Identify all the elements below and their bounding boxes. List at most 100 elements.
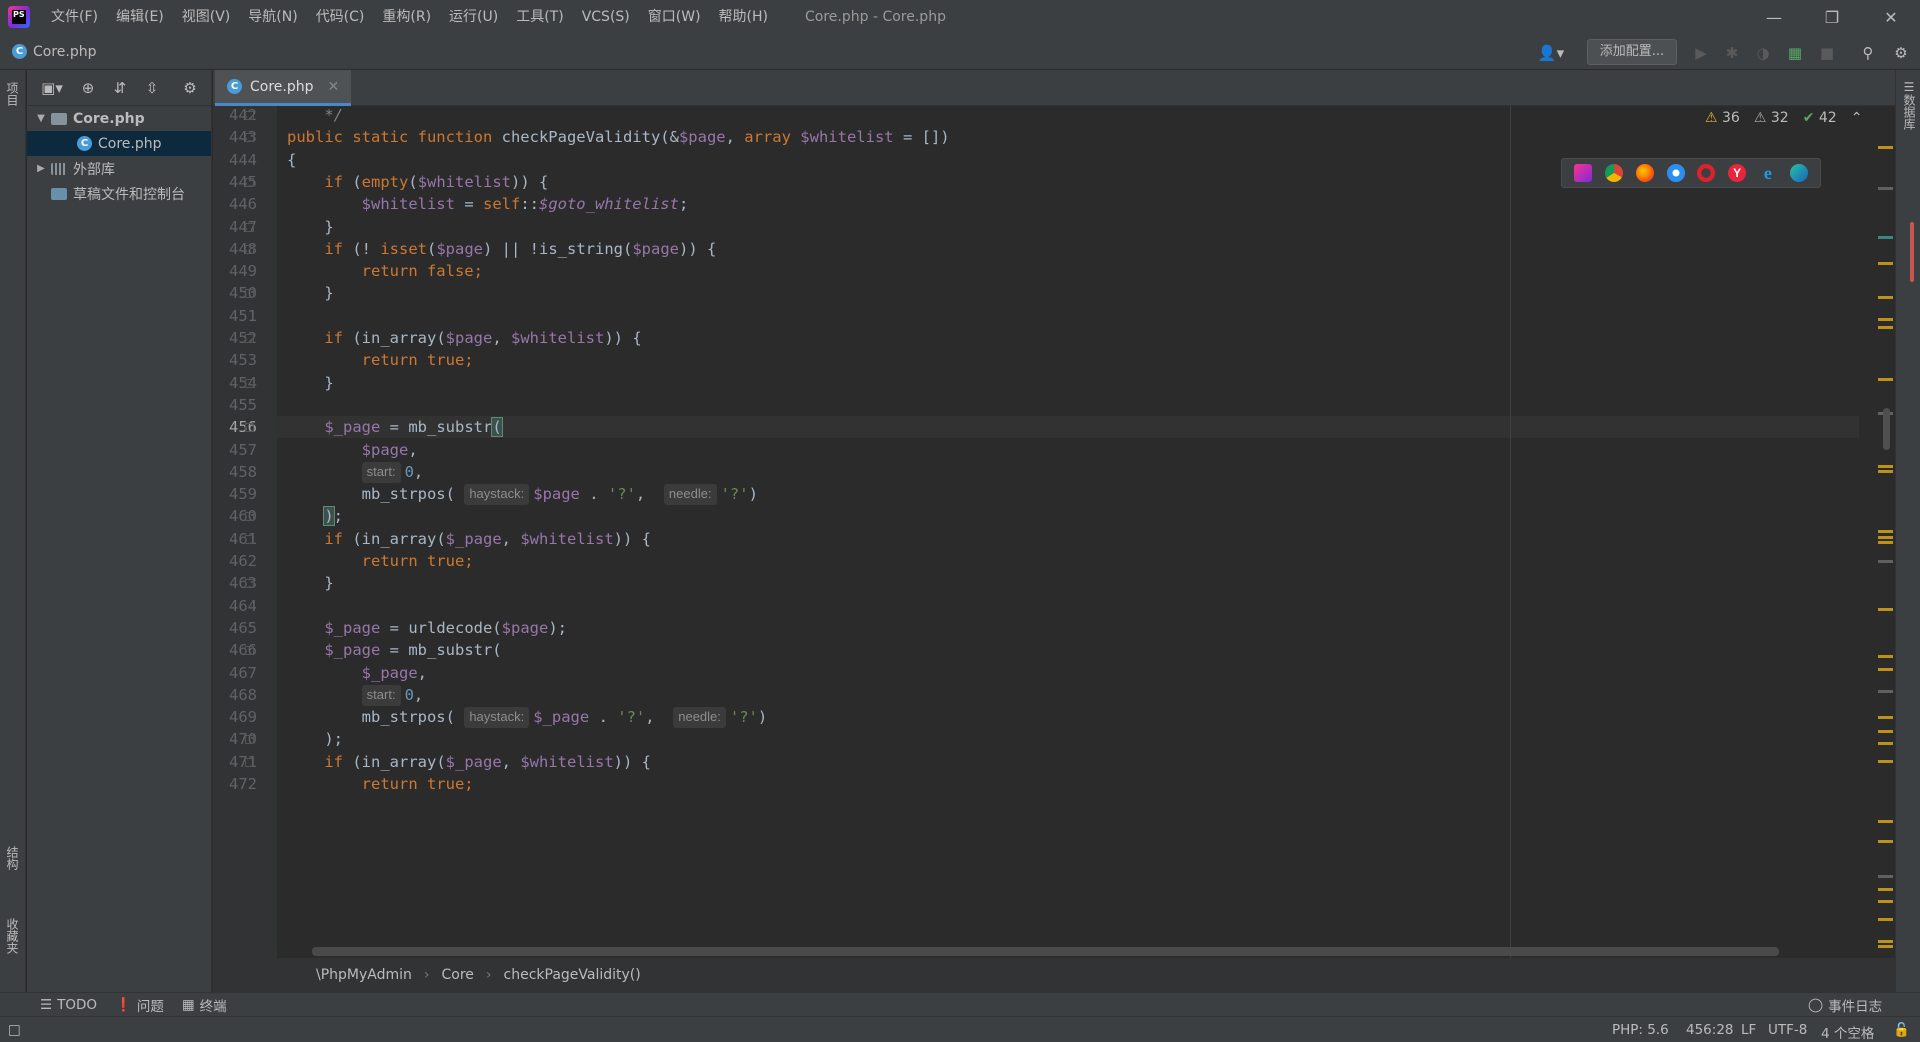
restore-icon[interactable]: ❐ xyxy=(1803,0,1861,34)
code-line[interactable]: 450 } xyxy=(213,282,1895,304)
code-editor[interactable]: 442 */443 public static function checkPag… xyxy=(213,106,1895,958)
project-tool-tab[interactable]: 项目 xyxy=(4,82,21,106)
code-line[interactable]: 461 if (in_array($_page, $whitelist)) { xyxy=(213,528,1895,550)
stripe-mark[interactable] xyxy=(1878,668,1893,671)
stripe-mark[interactable] xyxy=(1878,742,1893,745)
menu-item[interactable]: 代码(C) xyxy=(307,0,374,34)
line-number[interactable]: 453 xyxy=(213,349,257,371)
collapse-all-icon[interactable]: ⇳ xyxy=(141,79,163,97)
line-number[interactable]: 459 xyxy=(213,483,257,505)
stripe-mark[interactable] xyxy=(1878,940,1893,943)
line-number[interactable]: 472 xyxy=(213,773,257,795)
line-number[interactable]: 469 xyxy=(213,706,257,728)
stripe-mark[interactable] xyxy=(1878,236,1893,239)
vcs-update-icon[interactable]: ▦ xyxy=(1784,42,1806,64)
vertical-scrollbar[interactable] xyxy=(1883,408,1890,450)
menu-item[interactable]: 编辑(E) xyxy=(107,0,173,34)
search-icon[interactable]: ⚲ xyxy=(1857,42,1879,64)
close-window-icon[interactable]: ✕ xyxy=(1862,0,1920,34)
fold-marker-icon[interactable] xyxy=(245,735,254,745)
stripe-mark[interactable] xyxy=(1878,760,1893,763)
chevron-down-icon[interactable]: ▼ xyxy=(33,113,49,124)
fold-marker-icon[interactable] xyxy=(245,534,254,544)
debug-icon[interactable]: ✱ xyxy=(1721,42,1743,64)
run-icon[interactable]: ▶ xyxy=(1690,42,1712,64)
line-number[interactable]: 464 xyxy=(213,595,257,617)
code-line[interactable]: 469 mb_strpos( haystack: $_page . '?', ne… xyxy=(213,706,1895,729)
stripe-mark[interactable] xyxy=(1878,530,1893,533)
code-line[interactable]: 447 } xyxy=(213,216,1895,238)
ok-count[interactable]: ✔ 42 xyxy=(1803,110,1837,126)
line-number[interactable]: 468 xyxy=(213,684,257,706)
code-line[interactable]: 463 } xyxy=(213,572,1895,594)
internet-explorer-icon[interactable]: e xyxy=(1759,164,1777,182)
database-tool-tab[interactable]: ☰数据库 xyxy=(1901,80,1918,130)
stripe-mark[interactable] xyxy=(1878,655,1893,658)
yandex-icon[interactable]: Y xyxy=(1728,164,1747,182)
code-line[interactable]: 443 public static function checkPageValid… xyxy=(213,126,1895,148)
code-line[interactable]: 457 $page, xyxy=(213,439,1895,461)
menu-item[interactable]: 窗口(W) xyxy=(639,0,710,34)
lock-icon[interactable]: 🔓 xyxy=(1893,1022,1910,1038)
code-line[interactable]: 459 mb_strpos( haystack: $page . '?', nee… xyxy=(213,483,1895,506)
tree-item[interactable]: C Core.php xyxy=(27,131,211,156)
fold-marker-icon[interactable] xyxy=(245,646,254,656)
code-line[interactable]: 466 $_page = mb_substr( xyxy=(213,639,1895,661)
terminal-tool-button[interactable]: ▦ 终端 xyxy=(182,995,227,1015)
code-line[interactable]: 449 return false; xyxy=(213,260,1895,282)
line-number[interactable]: 465 xyxy=(213,617,257,639)
stripe-mark[interactable] xyxy=(1878,820,1893,823)
user-account-icon[interactable]: 👤▾ xyxy=(1533,42,1569,64)
stripe-mark[interactable] xyxy=(1878,536,1893,539)
menu-item[interactable]: 文件(F) xyxy=(42,0,107,34)
line-number[interactable]: 444 xyxy=(213,149,257,171)
minimize-icon[interactable]: — xyxy=(1745,0,1803,34)
menu-item[interactable]: VCS(S) xyxy=(573,0,639,34)
line-number[interactable]: 449 xyxy=(213,260,257,282)
expand-all-icon[interactable]: ⇵ xyxy=(109,79,131,97)
stripe-mark[interactable] xyxy=(1878,945,1893,948)
opera-icon[interactable] xyxy=(1697,164,1716,182)
event-log-button[interactable]: ◯ 事件日志 xyxy=(1808,995,1882,1015)
stripe-mark[interactable] xyxy=(1878,608,1893,611)
breadcrumb-namespace[interactable]: \PhpMyAdmin xyxy=(316,967,412,983)
fold-marker-icon[interactable] xyxy=(245,222,254,232)
coverage-icon[interactable]: ◑ xyxy=(1752,42,1774,64)
line-number[interactable]: 457 xyxy=(213,439,257,461)
fold-marker-icon[interactable] xyxy=(245,378,254,388)
stop-icon[interactable]: ■ xyxy=(1816,42,1838,64)
breadcrumb-method[interactable]: checkPageValidity() xyxy=(504,967,641,983)
line-number[interactable]: 467 xyxy=(213,662,257,684)
nav-file-crumb[interactable]: C Core.php xyxy=(12,44,97,60)
chrome-icon[interactable] xyxy=(1605,164,1624,182)
code-line[interactable]: 456 $_page = mb_substr( xyxy=(213,416,1895,438)
code-line[interactable]: 452 if (in_array($page, $whitelist)) { xyxy=(213,327,1895,349)
stripe-mark[interactable] xyxy=(1878,690,1893,693)
line-number[interactable]: 462 xyxy=(213,550,257,572)
stripe-mark[interactable] xyxy=(1878,187,1893,190)
line-number[interactable]: 446 xyxy=(213,193,257,215)
project-settings-gear-icon[interactable]: ⚙ xyxy=(179,79,201,97)
stripe-mark[interactable] xyxy=(1878,560,1893,563)
stripe-mark[interactable] xyxy=(1878,296,1893,299)
caret-position[interactable]: 456:28 xyxy=(1686,1022,1734,1038)
horizontal-scrollbar[interactable] xyxy=(312,947,1779,956)
chevron-right-icon[interactable]: ▶ xyxy=(33,163,49,174)
inspection-widget[interactable]: ⚠ 36 ⚠ 32 ✔ 42 ⌃ ⌄ xyxy=(1705,110,1888,126)
previous-highlight-icon[interactable]: ⌃ xyxy=(1851,110,1863,126)
fold-marker-icon[interactable] xyxy=(245,133,254,143)
line-number[interactable]: 458 xyxy=(213,461,257,483)
tab-close-icon[interactable]: ✕ xyxy=(328,79,340,95)
code-line[interactable]: 460 ); xyxy=(213,505,1895,527)
add-configuration-button[interactable]: 添加配置... xyxy=(1587,39,1677,65)
menu-item[interactable]: 工具(T) xyxy=(507,0,572,34)
fold-marker-icon[interactable] xyxy=(245,512,254,522)
stripe-mark[interactable] xyxy=(1878,840,1893,843)
fold-marker-icon[interactable] xyxy=(245,757,254,767)
stripe-mark[interactable] xyxy=(1878,146,1893,149)
structure-tool-tab[interactable]: 结构 xyxy=(4,846,21,870)
problems-tool-button[interactable]: ❗ 问题 xyxy=(115,995,164,1015)
tree-item[interactable]: ▶ 外部库 xyxy=(27,156,211,181)
menu-item[interactable]: 导航(N) xyxy=(239,0,306,34)
code-line[interactable]: 451 xyxy=(213,305,1895,327)
